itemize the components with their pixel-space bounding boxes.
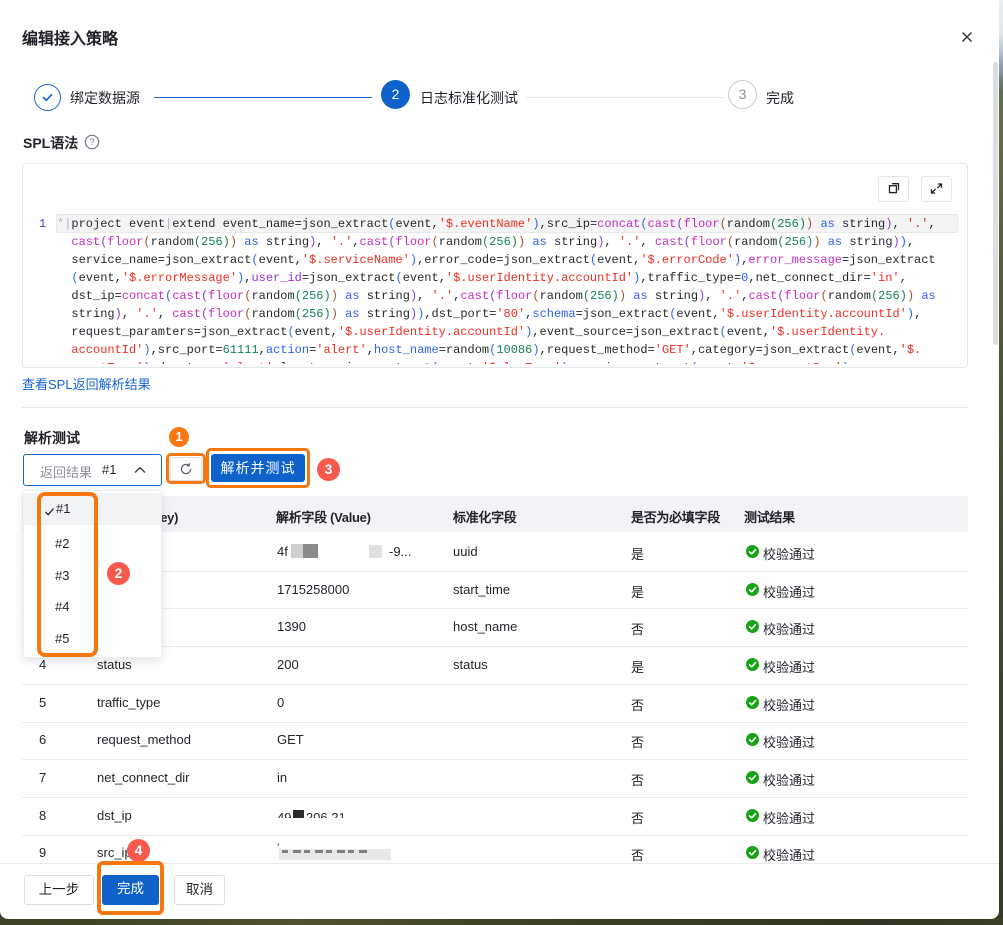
svg-text:?: ?	[89, 137, 94, 147]
